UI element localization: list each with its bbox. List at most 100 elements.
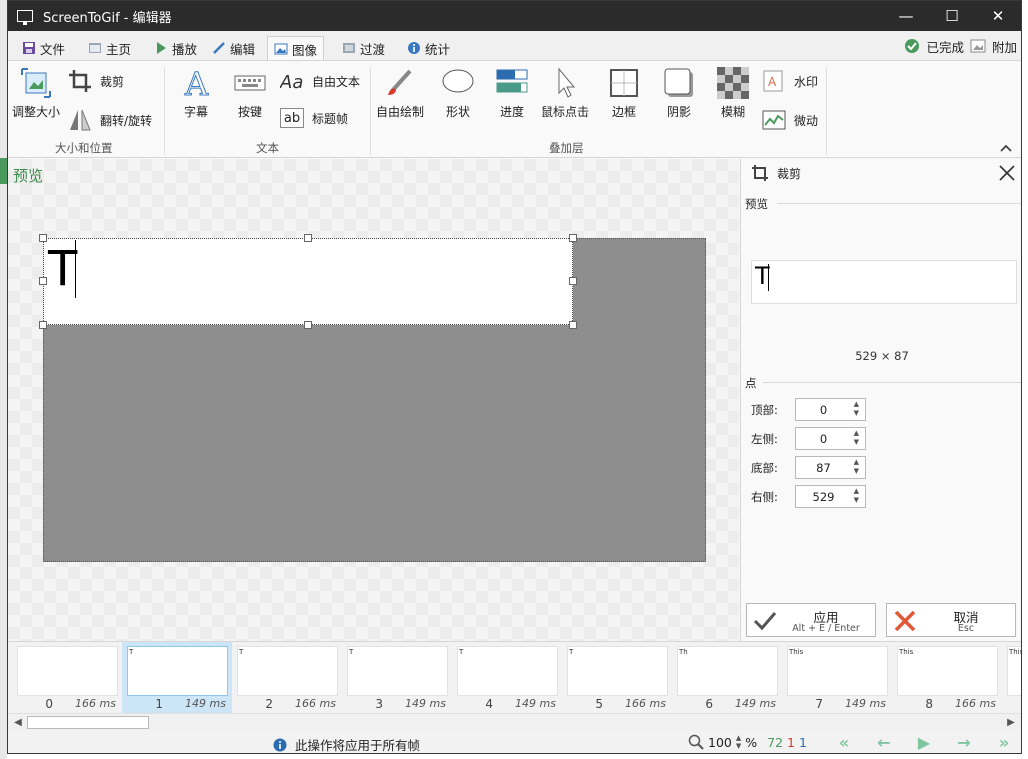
frame-thumbnail-image (677, 646, 778, 696)
crop-handle-top-right[interactable] (569, 234, 577, 242)
collapse-ribbon-icon[interactable] (999, 143, 1013, 153)
caption-button[interactable]: A 字幕 (180, 67, 212, 120)
frame-thumbnail[interactable]: This 8 166 ms (892, 642, 1002, 714)
crop-handle-bottom-right[interactable] (569, 321, 577, 329)
caption-icon: A (184, 67, 210, 99)
panel-title: 裁剪 (777, 166, 802, 181)
free-drawing-button[interactable]: 自由绘制 (376, 67, 424, 120)
crop-button[interactable]: 裁剪 (68, 69, 124, 93)
status-done[interactable]: 已完成 (926, 37, 964, 56)
frame-delay: 166 ms (625, 697, 666, 710)
obfuscate-button[interactable]: 模糊 (717, 67, 749, 120)
group-label-overlay: 叠加层 (549, 141, 584, 155)
frame-thumbnail[interactable]: Th 6 149 ms (672, 642, 782, 714)
frame-thumbnail[interactable]: T 4 149 ms (452, 642, 562, 714)
frame-thumbnail-text: Th (679, 648, 688, 656)
top-input[interactable]: 0 ▲ ▼ (795, 398, 866, 421)
minimize-button[interactable]: — (883, 1, 929, 31)
zoom-icon (688, 734, 704, 750)
title-frame-icon: ab (280, 108, 304, 128)
keystrokes-button[interactable]: 按键 (234, 67, 266, 120)
next-frame-icon[interactable]: → (948, 733, 980, 752)
zoom-spinner-icon[interactable]: ▲ ▼ (736, 734, 741, 750)
zoom-value[interactable]: 100 (708, 735, 732, 750)
title-frame-button[interactable]: ab 标题帧 (280, 108, 348, 128)
last-frame-icon[interactable]: » (988, 733, 1020, 752)
progress-button[interactable]: 进度 (496, 67, 528, 120)
frame-index: 1 (155, 697, 163, 711)
mouse-clicks-button[interactable]: 鼠标点击 (541, 67, 589, 120)
frame-thumbnail[interactable]: T 1 149 ms (122, 642, 232, 714)
crop-handle-bottom-left[interactable] (39, 321, 47, 329)
shapes-button[interactable]: 形状 (442, 67, 474, 120)
info-icon (273, 738, 287, 751)
shadow-button[interactable]: 阴影 (663, 67, 695, 120)
frame-count-selected: 1 (787, 734, 795, 750)
cancel-button[interactable]: 取消 Esc (886, 603, 1016, 637)
frame-index: 0 (45, 697, 53, 711)
crop-selection[interactable] (43, 238, 573, 325)
crop-icon (69, 70, 91, 92)
crop-handle-right[interactable] (569, 277, 577, 285)
tab-playback[interactable]: 播放 (148, 36, 203, 60)
pencil-icon (213, 42, 225, 54)
frame-thumbnail-image (127, 646, 228, 696)
frame-index: 2 (265, 697, 273, 711)
watermark-button[interactable]: A 水印 (762, 69, 818, 93)
frame-thumbnail[interactable]: This (1002, 642, 1021, 714)
tab-home[interactable]: 主页 (82, 36, 137, 60)
frame-count-total: 72 (767, 734, 784, 750)
crop-handle-left[interactable] (39, 277, 47, 285)
play-frame-icon[interactable]: ▶ (908, 733, 940, 752)
tab-transitions[interactable]: 过渡 (336, 36, 391, 60)
frame-delay: 149 ms (405, 697, 446, 710)
canvas-area[interactable]: 预览 T (8, 159, 739, 641)
crop-handle-top-left[interactable] (39, 234, 47, 242)
ellipse-icon (442, 69, 474, 93)
frame-thumbnail-text: T (129, 648, 134, 656)
frame-strip: 0 166 ms T 1 149 ms T 2 166 ms T 3 149 ms T 4 149 ms T… (8, 641, 1021, 714)
frame-delay: 149 ms (845, 697, 886, 710)
apply-button[interactable]: 应用 Alt + E / Enter (746, 603, 876, 637)
scroll-left-icon[interactable]: ◀ (10, 715, 26, 730)
frame-scrollbar[interactable]: ◀ ▶ (8, 713, 1021, 730)
maximize-button[interactable]: ☐ (929, 1, 975, 31)
tab-image[interactable]: 图像 (267, 36, 325, 61)
frame-thumbnail[interactable]: T 2 166 ms (232, 642, 342, 714)
font-icon: Aa (280, 72, 303, 93)
frame-thumbnail-image (347, 646, 448, 696)
extras-button[interactable]: 附加 (992, 37, 1017, 56)
right-input[interactable]: 529 ▲ ▼ (795, 485, 866, 508)
scroll-thumb[interactable] (27, 716, 149, 729)
frame-thumbnail[interactable]: T 3 149 ms (342, 642, 452, 714)
crop-dimensions: 529 × 87 (855, 349, 909, 363)
extras-icon (970, 39, 986, 53)
crop-handle-top[interactable] (304, 234, 312, 242)
frame-index: 7 (815, 697, 823, 711)
frame-thumbnail[interactable]: 0 166 ms (12, 642, 122, 714)
border-button[interactable]: 边框 (608, 67, 640, 120)
flip-rotate-button[interactable]: 翻转/旋转 (68, 108, 152, 132)
progress-bar-icon (496, 69, 528, 93)
close-button[interactable]: ✕ (975, 1, 1021, 31)
tab-file[interactable]: 文件 (16, 36, 71, 60)
left-input[interactable]: 0 ▲ ▼ (795, 427, 866, 450)
tab-edit[interactable]: 编辑 (206, 36, 261, 60)
svg-text:Aa: Aa (280, 72, 303, 93)
cinemagraph-button[interactable]: 微动 (762, 108, 818, 132)
frame-thumbnail[interactable]: T 5 166 ms (562, 642, 672, 714)
frame-thumbnail[interactable]: This 7 149 ms (782, 642, 892, 714)
bottom-input[interactable]: 87 ▲ ▼ (795, 456, 866, 479)
first-frame-icon[interactable]: « (828, 733, 860, 752)
crop-handle-bottom[interactable] (304, 321, 312, 329)
ribbon-tabs: 文件 主页 播放 编辑 图像 过渡 统计 已完成 附加 (8, 31, 1021, 61)
field-left: 左侧: 0 ▲ ▼ (751, 427, 866, 450)
free-text-button[interactable]: Aa 自由文本 (280, 69, 360, 93)
previous-frame-icon[interactable]: ← (868, 733, 900, 752)
status-info-text: 此操作将应用于所有帧 (295, 738, 421, 753)
scroll-right-icon[interactable]: ▶ (1003, 715, 1019, 730)
resize-button[interactable]: 调整大小 (12, 67, 60, 120)
close-panel-icon[interactable] (997, 163, 1017, 183)
tab-statistics[interactable]: 统计 (401, 36, 456, 60)
frame-index: 5 (595, 697, 603, 711)
